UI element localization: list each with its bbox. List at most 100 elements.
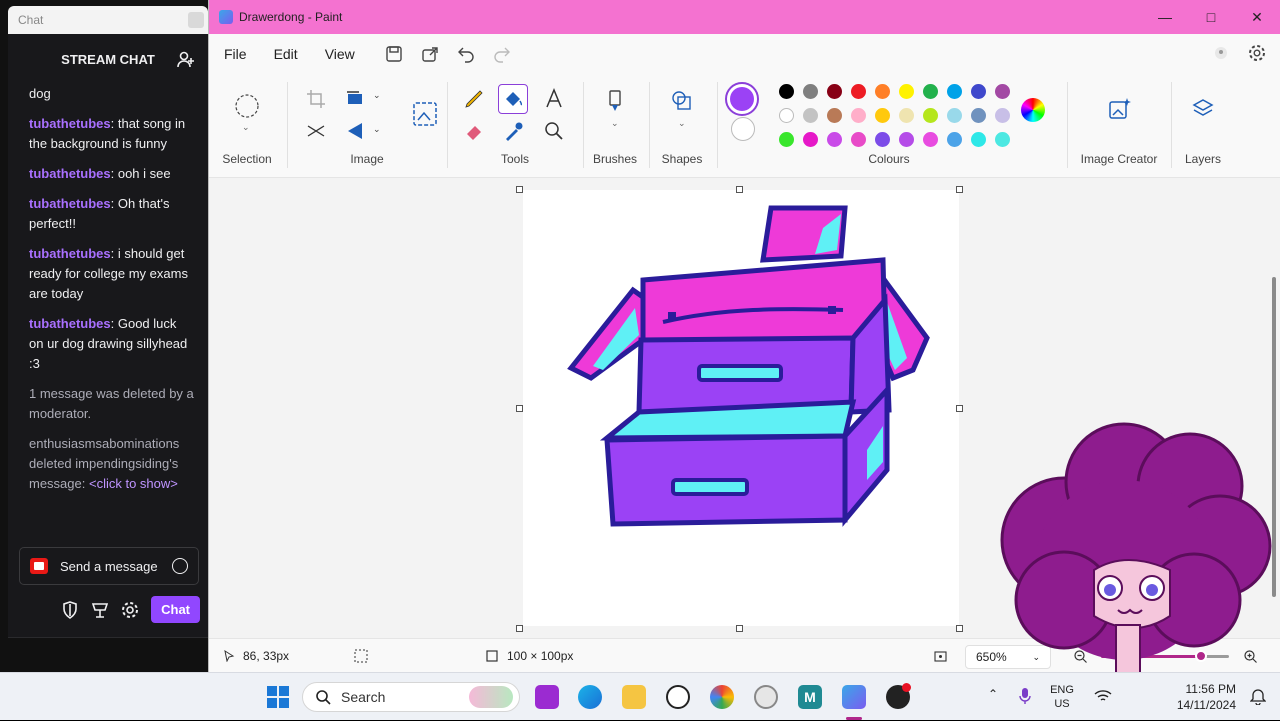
close-button[interactable]: ✕ (1234, 0, 1280, 34)
minimize-button[interactable]: — (1142, 0, 1188, 34)
color-swatch[interactable] (947, 108, 962, 123)
color-swatch[interactable] (923, 132, 938, 147)
file-explorer-icon[interactable] (622, 685, 646, 709)
chat-window-tab[interactable]: Chat (8, 6, 208, 34)
color-swatch[interactable] (971, 132, 986, 147)
color-swatch[interactable] (923, 108, 938, 123)
redo-icon[interactable] (493, 45, 511, 63)
chevron-down-icon[interactable]: ⌄ (373, 90, 381, 101)
chat-username[interactable]: tubathetubes (29, 316, 111, 331)
click-to-show-link[interactable]: <click to show> (89, 476, 178, 491)
color-swatch[interactable] (899, 108, 914, 123)
windows-start-icon[interactable] (266, 685, 290, 709)
zoom-in-icon[interactable] (1243, 649, 1258, 664)
color-swatch[interactable] (779, 132, 794, 147)
color-swatch[interactable] (995, 84, 1010, 99)
color-swatch[interactable] (779, 84, 794, 99)
zoom-slider[interactable] (1101, 650, 1229, 662)
account-icon[interactable] (1212, 44, 1230, 62)
resize-handle[interactable] (736, 625, 743, 632)
canvas-viewport[interactable] (209, 182, 1280, 638)
notification-bell-icon[interactable] (1250, 687, 1266, 705)
fill-tool-button[interactable] (498, 84, 528, 114)
color-swatch[interactable] (947, 132, 962, 147)
fit-to-window-icon[interactable] (933, 649, 948, 664)
chat-username[interactable]: tubathetubes (29, 116, 111, 131)
language-indicator[interactable]: ENG US (1044, 683, 1080, 711)
vertical-scrollbar[interactable] (1267, 182, 1280, 638)
color-swatch[interactable] (947, 84, 962, 99)
color-swatch[interactable] (827, 108, 842, 123)
sync-app-icon[interactable] (754, 685, 778, 709)
chrome-icon[interactable] (710, 685, 734, 709)
eraser-icon[interactable] (461, 118, 487, 144)
resize-handle[interactable] (516, 405, 523, 412)
zoom-select[interactable]: 650% ⌄ (965, 645, 1051, 669)
layers-icon[interactable] (1190, 96, 1216, 122)
chevron-down-icon[interactable]: ⌄ (611, 118, 619, 129)
color-swatch[interactable] (779, 108, 794, 123)
color-swatch[interactable] (923, 84, 938, 99)
microphone-icon[interactable] (1018, 687, 1032, 705)
menu-edit[interactable]: Edit (274, 46, 298, 62)
menu-file[interactable]: File (224, 46, 247, 62)
chat-send-button[interactable]: Chat (151, 596, 200, 623)
color-swatch[interactable] (851, 108, 866, 123)
menu-view[interactable]: View (325, 46, 355, 62)
secondary-color-button[interactable] (731, 117, 755, 141)
chat-username[interactable]: tubathetubes (29, 196, 111, 211)
gift-icon[interactable] (91, 601, 109, 619)
chevron-up-icon[interactable]: ⌃ (988, 687, 998, 701)
color-swatch[interactable] (827, 84, 842, 99)
color-picker-icon[interactable] (501, 118, 527, 144)
text-tool-icon[interactable] (541, 86, 567, 112)
resize-handle[interactable] (956, 625, 963, 632)
chevron-down-icon[interactable]: ⌄ (678, 118, 686, 129)
scrollbar-thumb[interactable] (1272, 277, 1276, 597)
paint-taskbar-icon[interactable] (842, 685, 866, 709)
close-icon[interactable] (188, 12, 204, 28)
resize-handle[interactable] (956, 186, 963, 193)
image-properties-icon[interactable] (409, 98, 441, 130)
character-app-icon[interactable] (666, 685, 690, 709)
resize-handle[interactable] (516, 625, 523, 632)
color-swatch[interactable] (803, 132, 818, 147)
resize-handle[interactable] (736, 186, 743, 193)
camera-icon[interactable] (30, 558, 48, 574)
color-swatch[interactable] (875, 108, 890, 123)
color-swatch[interactable] (851, 84, 866, 99)
primary-color-button[interactable] (725, 82, 759, 116)
chevron-down-icon[interactable]: ⌄ (242, 122, 250, 133)
zoom-out-icon[interactable] (1073, 649, 1088, 664)
wifi-icon[interactable] (1094, 689, 1112, 703)
taskbar-search[interactable]: Search (302, 682, 520, 712)
title-bar[interactable]: Drawerdong - Paint — □ ✕ (209, 0, 1280, 34)
color-swatch[interactable] (827, 132, 842, 147)
rotate-icon[interactable] (343, 118, 369, 144)
shield-icon[interactable] (61, 600, 79, 619)
m-app-icon[interactable]: M (798, 685, 822, 709)
undo-icon[interactable] (457, 45, 475, 63)
color-swatch[interactable] (899, 84, 914, 99)
color-swatch[interactable] (803, 108, 818, 123)
color-swatch[interactable] (971, 84, 986, 99)
drawing-canvas[interactable] (523, 190, 959, 626)
resize-handle[interactable] (516, 186, 523, 193)
settings-gear-icon[interactable] (1248, 44, 1266, 62)
crop-icon[interactable] (303, 86, 329, 112)
maximize-button[interactable]: □ (1188, 0, 1234, 34)
color-swatch[interactable] (899, 132, 914, 147)
send-message-input[interactable]: Send a message (19, 547, 199, 585)
emote-icon[interactable] (172, 558, 188, 574)
color-swatch[interactable] (875, 84, 890, 99)
color-swatch[interactable] (995, 132, 1010, 147)
select-all-icon[interactable] (303, 118, 329, 144)
gear-icon[interactable] (121, 601, 139, 619)
edge-browser-icon[interactable] (578, 685, 602, 709)
save-icon[interactable] (385, 45, 403, 63)
clock[interactable]: 11:56 PM 14/11/2024 (1170, 681, 1236, 713)
color-swatch[interactable] (995, 108, 1010, 123)
brush-icon[interactable] (602, 88, 628, 114)
color-swatch[interactable] (971, 108, 986, 123)
snipping-app-icon[interactable] (535, 685, 559, 709)
